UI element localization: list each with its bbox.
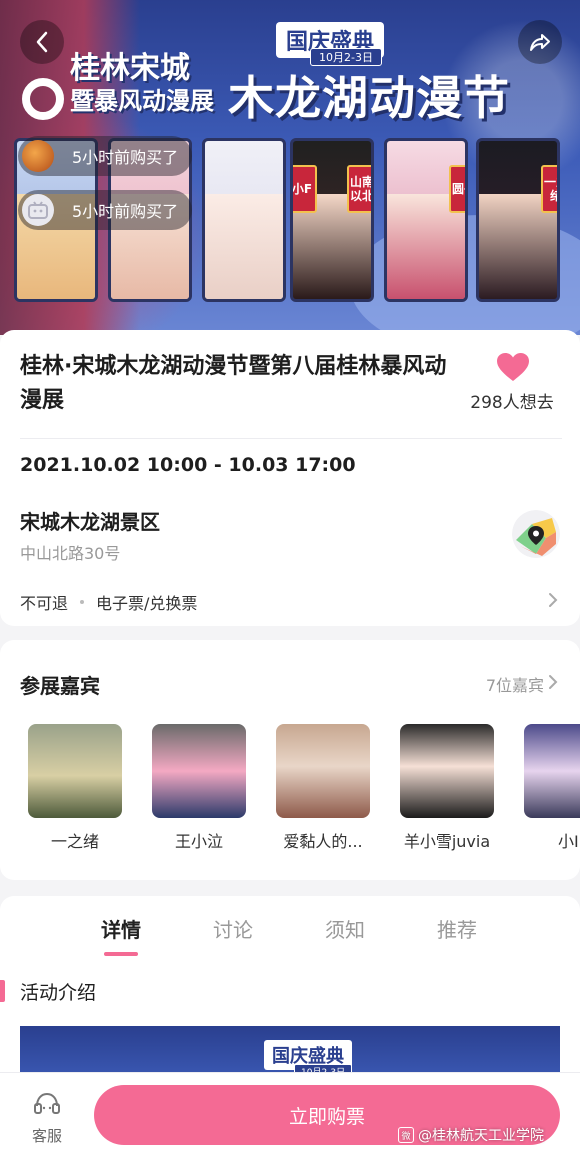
tab-details[interactable]: 详情 [76,914,166,943]
share-button[interactable] [518,20,562,64]
card-tag: 小F [293,165,317,213]
guest-photo [28,724,122,818]
chevron-left-icon [36,31,48,53]
guest-item[interactable]: 爱黏人的... [276,724,370,852]
tab-bar: 详情 讨论 须知 推荐 [0,914,580,956]
banner-title-left: 桂林宋城 暨暴风动漫展 [70,52,220,116]
tab-recommend[interactable]: 推荐 [412,914,502,943]
active-tab-indicator [104,952,138,956]
event-datetime: 2021.10.02 10:00 - 10.03 17:00 [20,454,356,476]
chevron-right-icon[interactable] [548,592,558,608]
cosplayer-card [202,138,286,302]
brand-logo [22,78,64,120]
guest-item[interactable]: 一之绪 [28,724,122,852]
divider [20,438,562,439]
buyer-avatar [22,140,54,172]
event-address: 中山北路30号 [20,544,121,563]
policy-ticket-type: 电子票/兑换票 [96,594,198,613]
tab-notice[interactable]: 须知 [300,914,390,943]
purchase-toast: 5小时前购买了 [18,190,193,230]
event-title: 桂林·宋城木龙湖动漫节暨第八届桂林暴风动漫展 [20,354,447,413]
weibo-icon: 微 [398,1127,414,1143]
event-venue[interactable]: 宋城木龙湖景区 [20,506,160,535]
guest-photo [276,724,370,818]
card-tag: 圆子 [449,165,465,213]
toast-text: 5小时前购买了 [72,148,179,167]
toast-text: 5小时前购买了 [72,202,179,221]
watermark: 微 @桂林航天工业学院 [398,1125,544,1145]
guest-name: 爱黏人的... [283,832,363,851]
guest-item[interactable]: 羊小雪juvia [400,724,494,852]
heart-icon[interactable] [496,352,530,382]
guest-item[interactable]: 小I [524,724,580,852]
event-banner: 桂林宋城 暨暴风动漫展 国庆盛典 10月2-3日 木龙湖动漫节 小F 山南以北 … [0,0,580,335]
guest-name: 小I [558,832,579,851]
watermark-text: @桂林航天工业学院 [418,1128,544,1144]
guest-photo [400,724,494,818]
cosplayer-card: 圆子 [384,138,468,302]
buyer-avatar [22,194,54,226]
policy-refund: 不可退 [20,594,69,613]
guests-count[interactable]: 7位嘉宾 [486,672,544,696]
cosplayer-card: 一之绪 [476,138,560,302]
headset-icon [34,1092,60,1114]
tv-icon [28,201,48,219]
ticket-policy[interactable]: 不可退 电子票/兑换票 [20,590,197,614]
customer-service-button[interactable]: 客服 [22,1089,72,1146]
guest-item[interactable]: 王小泣 [152,724,246,852]
customer-service-label: 客服 [31,1127,62,1145]
share-icon [530,34,550,51]
guests-section: 参展嘉宾 7位嘉宾 一之绪 王小泣 爱黏人的... 羊小雪juvia 小I [0,640,580,880]
card-tag: 一之绪 [541,165,557,213]
card-tag: 山南以北 [347,165,371,213]
guest-name: 羊小雪juvia [403,832,491,851]
guest-photo [152,724,246,818]
bottom-action-bar: 客服 立即购票 微 @桂林航天工业学院 [0,1072,580,1149]
banner-title-line2: 暨暴风动漫展 [70,87,214,115]
guest-name: 一之绪 [50,832,99,851]
guest-name: 王小泣 [174,832,223,851]
event-info-card: 桂林·宋城木龙湖动漫节暨第八届桂林暴风动漫展 298人想去 2021.10.02… [0,330,580,626]
banner-title-line1: 桂林宋城 [70,51,190,86]
guest-photo [524,724,580,818]
guests-title: 参展嘉宾 [20,674,100,698]
chevron-right-icon[interactable] [548,674,558,690]
purchase-toast: 5小时前购买了 [18,136,193,176]
tab-discussion[interactable]: 讨论 [188,914,278,943]
banner-title-main: 木龙湖动漫节 [228,71,510,125]
cosplayer-card: 小F 山南以北 [290,138,374,302]
map-icon[interactable] [512,510,560,558]
section-accent-bar [0,980,5,1002]
separator-dot [80,600,85,604]
want-count: 298人想去 [470,393,554,413]
section-title: 活动介绍 [20,982,97,1004]
back-button[interactable] [20,20,64,64]
